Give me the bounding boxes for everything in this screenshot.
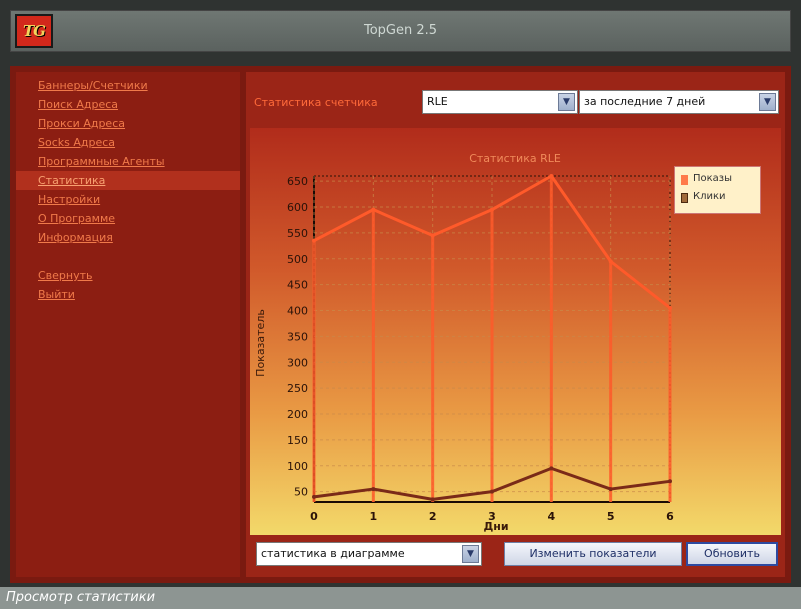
y-tick-label: 250: [287, 382, 308, 395]
y-tick-label: 500: [287, 253, 308, 266]
sidebar-item-information[interactable]: Информация: [16, 228, 240, 247]
y-tick-label: 200: [287, 408, 308, 421]
period-select-value: за последние 7 дней: [584, 95, 706, 108]
chart-legend: Показы Клики: [674, 166, 761, 214]
counter-select-value: RLE: [427, 95, 448, 108]
y-tick-label: 350: [287, 330, 308, 343]
sidebar-item-proxy-addresses[interactable]: Прокси Адреса: [16, 114, 240, 133]
series-point-1: [430, 497, 435, 502]
x-tick-label: 1: [370, 510, 378, 523]
title-bar: TG TopGen 2.5: [10, 10, 791, 52]
y-tick-label: 50: [294, 486, 308, 499]
legend-label-impressions: Показы: [693, 173, 733, 184]
window-title: TopGen 2.5: [363, 23, 438, 38]
sidebar-nav: Баннеры/Счетчики Поиск Адреса Прокси Адр…: [16, 72, 240, 304]
series-point-0: [371, 207, 376, 212]
change-metrics-button[interactable]: Изменить показатели: [504, 542, 682, 566]
sidebar-item-socks-addresses[interactable]: Socks Адреса: [16, 133, 240, 152]
main-panel: Баннеры/Счетчики Поиск Адреса Прокси Адр…: [10, 66, 791, 583]
view-mode-select-value: статистика в диаграмме: [261, 547, 405, 560]
chevron-down-icon[interactable]: ▼: [462, 545, 479, 563]
series-point-1: [312, 494, 316, 499]
y-tick-label: 450: [287, 279, 308, 292]
y-tick-label: 650: [287, 175, 308, 188]
x-tick-label: 3: [488, 510, 496, 523]
statistics-content: Статистика счетчика RLE ▼ за последние 7…: [246, 72, 785, 577]
sidebar-item-statistics[interactable]: Статистика: [16, 171, 240, 190]
chevron-down-icon[interactable]: ▼: [759, 93, 776, 111]
y-tick-label: 550: [287, 227, 308, 240]
legend-label-clicks: Клики: [693, 191, 726, 202]
x-tick-label: 0: [310, 510, 318, 523]
chart-ticks: 50 100 150 200 250 300 350 400 450 500 550 600 650 0 1…: [287, 175, 674, 523]
sidebar-item-exit[interactable]: Выйти: [16, 285, 240, 304]
legend-swatch-clicks: [681, 193, 688, 203]
series-point-0: [490, 207, 494, 212]
caption-text: Просмотр статистики: [6, 590, 156, 605]
sidebar: Баннеры/Счетчики Поиск Адреса Прокси Адр…: [16, 72, 240, 577]
series-point-0: [668, 305, 672, 310]
y-tick-label: 600: [287, 201, 308, 214]
series-point-0: [608, 259, 613, 264]
sidebar-item-agents[interactable]: Программные Агенты: [16, 152, 240, 171]
sidebar-item-settings[interactable]: Настройки: [16, 190, 240, 209]
y-axis-label: Показатель: [254, 309, 267, 377]
y-tick-label: 150: [287, 434, 308, 447]
chart-title: Статистика RLE: [469, 152, 561, 165]
series-point-1: [490, 489, 494, 494]
sidebar-item-search-addresses[interactable]: Поиск Адреса: [16, 95, 240, 114]
sidebar-spacer: [16, 247, 240, 266]
series-point-0: [549, 174, 554, 178]
screenshot-frame: TG TopGen 2.5 Баннеры/Счетчики Поиск Адр…: [0, 0, 801, 609]
chevron-down-icon[interactable]: ▼: [558, 93, 575, 111]
period-select[interactable]: за последние 7 дней ▼: [579, 90, 779, 114]
view-mode-select[interactable]: статистика в диаграмме ▼: [256, 542, 482, 566]
series-point-1: [371, 487, 376, 492]
y-tick-label: 100: [287, 460, 308, 473]
x-tick-label: 2: [429, 510, 437, 523]
series-point-0: [430, 233, 435, 238]
counter-select[interactable]: RLE ▼: [422, 90, 578, 114]
series-point-1: [549, 466, 554, 471]
x-tick-label: 5: [607, 510, 615, 523]
sidebar-item-banners[interactable]: Баннеры/Счетчики: [16, 76, 240, 95]
y-tick-label: 400: [287, 305, 308, 318]
caption-bar: Просмотр статистики: [0, 587, 801, 609]
refresh-button[interactable]: Обновить: [686, 542, 778, 566]
series-point-1: [668, 479, 672, 484]
x-tick-label: 4: [548, 510, 556, 523]
legend-swatch-impressions: [681, 175, 688, 185]
series-point-0: [312, 238, 316, 243]
chart-area: Статистика RLE Дни Показатель 50 100 150 20…: [250, 128, 781, 535]
chart-series: [312, 174, 672, 502]
counter-label: Статистика счетчика: [254, 96, 378, 109]
sidebar-item-minimize[interactable]: Свернуть: [16, 266, 240, 285]
y-tick-label: 300: [287, 356, 308, 369]
x-tick-label: 6: [666, 510, 674, 523]
series-point-1: [608, 487, 613, 492]
sidebar-item-about[interactable]: О Программе: [16, 209, 240, 228]
